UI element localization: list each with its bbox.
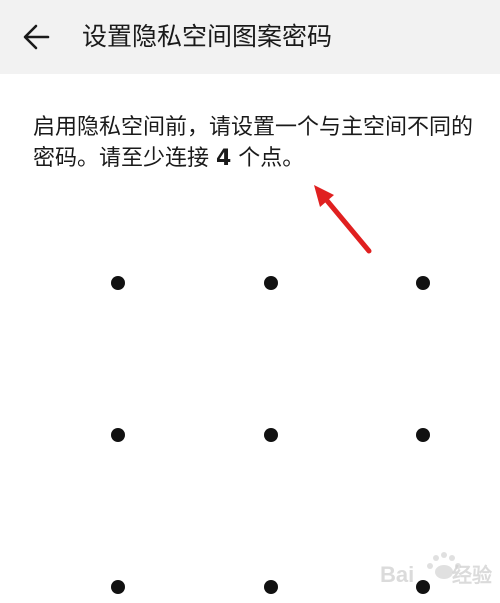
pattern-dot-1[interactable] <box>111 276 125 290</box>
pattern-lock-grid <box>0 0 500 603</box>
pattern-dot-3[interactable] <box>416 276 430 290</box>
pattern-dot-8[interactable] <box>264 580 278 594</box>
pattern-dot-7[interactable] <box>111 580 125 594</box>
pattern-dot-5[interactable] <box>264 428 278 442</box>
pattern-dot-9[interactable] <box>416 580 430 594</box>
pattern-dot-2[interactable] <box>264 276 278 290</box>
pattern-dot-4[interactable] <box>111 428 125 442</box>
pattern-dot-6[interactable] <box>416 428 430 442</box>
